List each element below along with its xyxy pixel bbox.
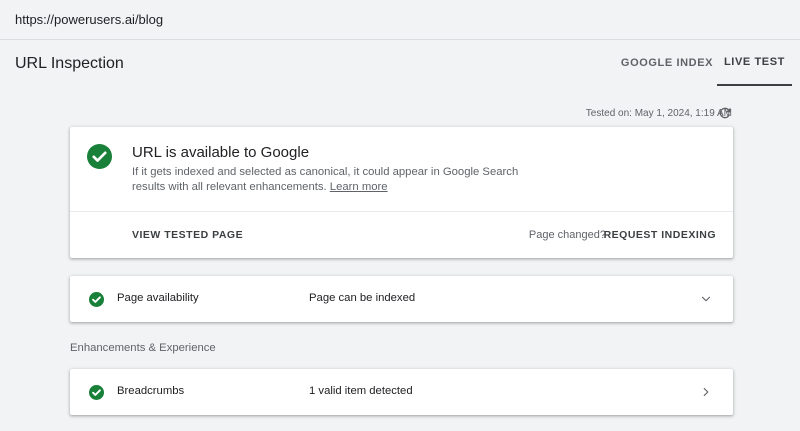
- enhancements-section-label: Enhancements & Experience: [70, 342, 216, 354]
- learn-more-link[interactable]: Learn more: [330, 181, 388, 193]
- chevron-right-icon[interactable]: [699, 385, 713, 399]
- page-header: URL Inspection GOOGLE INDEX LIVE TEST: [0, 40, 800, 87]
- chevron-down-icon[interactable]: [699, 292, 713, 306]
- card-divider: [70, 211, 733, 212]
- breadcrumbs-label: Breadcrumbs: [117, 385, 185, 397]
- check-circle-icon: [89, 292, 104, 307]
- breadcrumbs-value: 1 valid item detected: [309, 385, 413, 397]
- url-text: https://powerusers.ai/blog: [15, 12, 164, 27]
- status-description: If it gets indexed and selected as canon…: [132, 165, 552, 195]
- refresh-icon[interactable]: [717, 105, 733, 121]
- url-status-card: URL is available to Google If it gets in…: [70, 127, 733, 258]
- page-title: URL Inspection: [15, 55, 124, 72]
- check-circle-icon: [89, 385, 104, 400]
- request-indexing-button[interactable]: REQUEST INDEXING: [604, 229, 716, 241]
- availability-label: Page availability: [117, 292, 199, 304]
- tested-on-timestamp: Tested on: May 1, 2024, 1:19 AM: [585, 108, 732, 119]
- tab-google-index[interactable]: GOOGLE INDEX: [617, 40, 717, 86]
- breadcrumbs-row[interactable]: Breadcrumbs 1 valid item detected: [70, 369, 733, 415]
- tab-live-test[interactable]: LIVE TEST: [717, 40, 792, 86]
- page-availability-row[interactable]: Page availability Page can be indexed: [70, 276, 733, 322]
- status-description-text: If it gets indexed and selected as canon…: [132, 166, 519, 193]
- availability-value: Page can be indexed: [309, 292, 416, 304]
- status-title: URL is available to Google: [132, 144, 310, 161]
- check-circle-icon: [87, 144, 112, 169]
- page-changed-label: Page changed?: [528, 229, 606, 241]
- address-bar[interactable]: https://powerusers.ai/blog: [0, 0, 800, 40]
- view-tested-page-button[interactable]: VIEW TESTED PAGE: [132, 229, 243, 241]
